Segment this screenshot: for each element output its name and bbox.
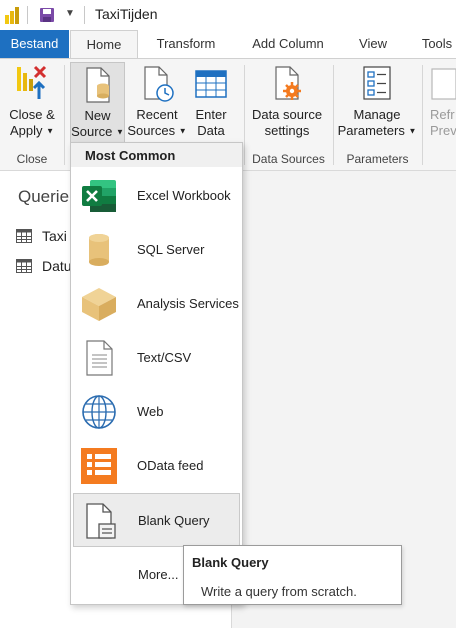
table-icon xyxy=(195,70,227,98)
refresh-preview-label-2: Prev xyxy=(430,123,456,138)
document-icon xyxy=(86,340,113,376)
enter-data-label-2: Data xyxy=(197,123,225,138)
new-source-label-1: New xyxy=(84,108,111,123)
tab-add-column[interactable]: Add Column xyxy=(240,30,336,58)
tab-transform[interactable]: Transform xyxy=(146,30,226,58)
chevron-down-icon: ▼ xyxy=(408,126,417,136)
refresh-icon xyxy=(431,68,456,100)
close-apply-icon xyxy=(17,65,47,99)
new-source-menu: Most Common Excel Workbook SQL Server An… xyxy=(70,142,243,605)
tab-view[interactable]: View xyxy=(350,30,396,58)
table-icon xyxy=(16,229,32,243)
menu-item-label: Web xyxy=(137,404,164,419)
save-icon[interactable] xyxy=(39,7,55,23)
new-source-button[interactable]: New Source ▼ xyxy=(70,62,125,146)
window-title: TaxiTijden xyxy=(95,6,158,22)
data-source-settings-button[interactable]: Data source settings xyxy=(248,63,326,139)
menu-item-label: Analysis Services xyxy=(137,296,239,311)
tooltip-body: Write a query from scratch. xyxy=(201,584,357,599)
group-separator xyxy=(422,65,423,165)
query-item[interactable]: Datu xyxy=(16,258,72,274)
tab-tools[interactable]: Tools xyxy=(412,30,456,58)
enter-data-label-1: Enter xyxy=(195,107,227,122)
new-source-icon xyxy=(85,67,110,103)
recent-sources-icon xyxy=(144,66,174,102)
recent-sources-button[interactable]: Recent Sources ▼ xyxy=(127,63,187,140)
data-source-settings-icon xyxy=(275,66,301,100)
group-separator xyxy=(64,65,65,165)
title-separator-2 xyxy=(84,6,85,24)
query-item-label: Datu xyxy=(42,258,72,274)
queries-pane-title: Querie xyxy=(18,187,70,206)
new-source-label-2: Source xyxy=(71,124,113,139)
menu-item-web[interactable]: Web xyxy=(71,385,242,439)
recent-sources-label-2: Sources xyxy=(127,123,176,138)
menu-section-header: Most Common xyxy=(71,143,242,167)
group-label-parameters: Parameters xyxy=(346,152,409,166)
table-icon xyxy=(16,259,32,273)
close-apply-label-1: Close & xyxy=(9,107,55,122)
manage-parameters-label-2: Parameters xyxy=(337,123,405,138)
tab-bestand[interactable]: Bestand xyxy=(0,30,69,58)
menu-item-label: Text/CSV xyxy=(137,350,192,365)
title-separator xyxy=(27,6,28,24)
manage-parameters-label-1: Manage xyxy=(353,107,401,122)
tab-home[interactable]: Home xyxy=(70,30,138,59)
menu-item-label: Excel Workbook xyxy=(137,188,231,203)
query-item[interactable]: Taxi xyxy=(16,228,67,244)
group-separator xyxy=(244,65,245,165)
menu-item-label: Blank Query xyxy=(138,513,210,528)
refresh-preview-label-1: Refr xyxy=(430,107,455,122)
menu-item-analysis-services[interactable]: Analysis Services xyxy=(71,277,242,331)
menu-item-excel-workbook[interactable]: Excel Workbook xyxy=(71,169,242,223)
database-icon xyxy=(89,234,109,266)
recent-sources-label-1: Recent xyxy=(136,107,178,122)
chevron-down-icon: ▼ xyxy=(178,126,187,136)
title-bar: ▼ TaxiTijden xyxy=(0,0,456,30)
parameters-icon xyxy=(363,66,391,100)
enter-data-button[interactable]: Enter Data xyxy=(190,63,232,139)
odata-icon xyxy=(81,448,117,484)
data-source-settings-label-1: Data source xyxy=(251,107,323,122)
chevron-down-icon: ▼ xyxy=(46,126,55,136)
query-item-label: Taxi xyxy=(42,228,67,244)
quick-access-dropdown-icon[interactable]: ▼ xyxy=(65,8,75,19)
close-apply-label-2: Apply xyxy=(9,123,43,138)
refresh-preview-button[interactable]: Refr Prev xyxy=(430,63,456,139)
menu-item-text-csv[interactable]: Text/CSV xyxy=(71,331,242,385)
data-source-settings-label-2: settings xyxy=(264,123,310,138)
excel-icon xyxy=(82,180,116,212)
menu-item-label: OData feed xyxy=(137,458,204,473)
menu-item-label: SQL Server xyxy=(137,242,205,257)
power-bi-logo-icon xyxy=(5,7,19,24)
close-apply-button[interactable]: Close & Apply ▼ xyxy=(5,63,59,140)
menu-item-more[interactable]: More... xyxy=(138,567,178,582)
globe-icon xyxy=(82,395,116,429)
blank-query-icon xyxy=(86,503,116,539)
menu-item-sql-server[interactable]: SQL Server xyxy=(71,223,242,277)
group-label-close: Close xyxy=(16,152,48,166)
manage-parameters-button[interactable]: Manage Parameters ▼ xyxy=(336,63,418,140)
ribbon-tabs: Bestand Home Transform Add Column View T… xyxy=(0,30,456,59)
tooltip-title: Blank Query xyxy=(192,555,269,570)
tooltip: Blank Query Write a query from scratch. xyxy=(183,545,402,605)
menu-item-odata-feed[interactable]: OData feed xyxy=(71,439,242,493)
cube-icon xyxy=(82,288,116,321)
menu-item-blank-query[interactable]: Blank Query xyxy=(73,493,240,547)
group-label-data-sources: Data Sources xyxy=(252,152,325,166)
chevron-down-icon: ▼ xyxy=(115,127,124,137)
group-separator xyxy=(333,65,334,165)
